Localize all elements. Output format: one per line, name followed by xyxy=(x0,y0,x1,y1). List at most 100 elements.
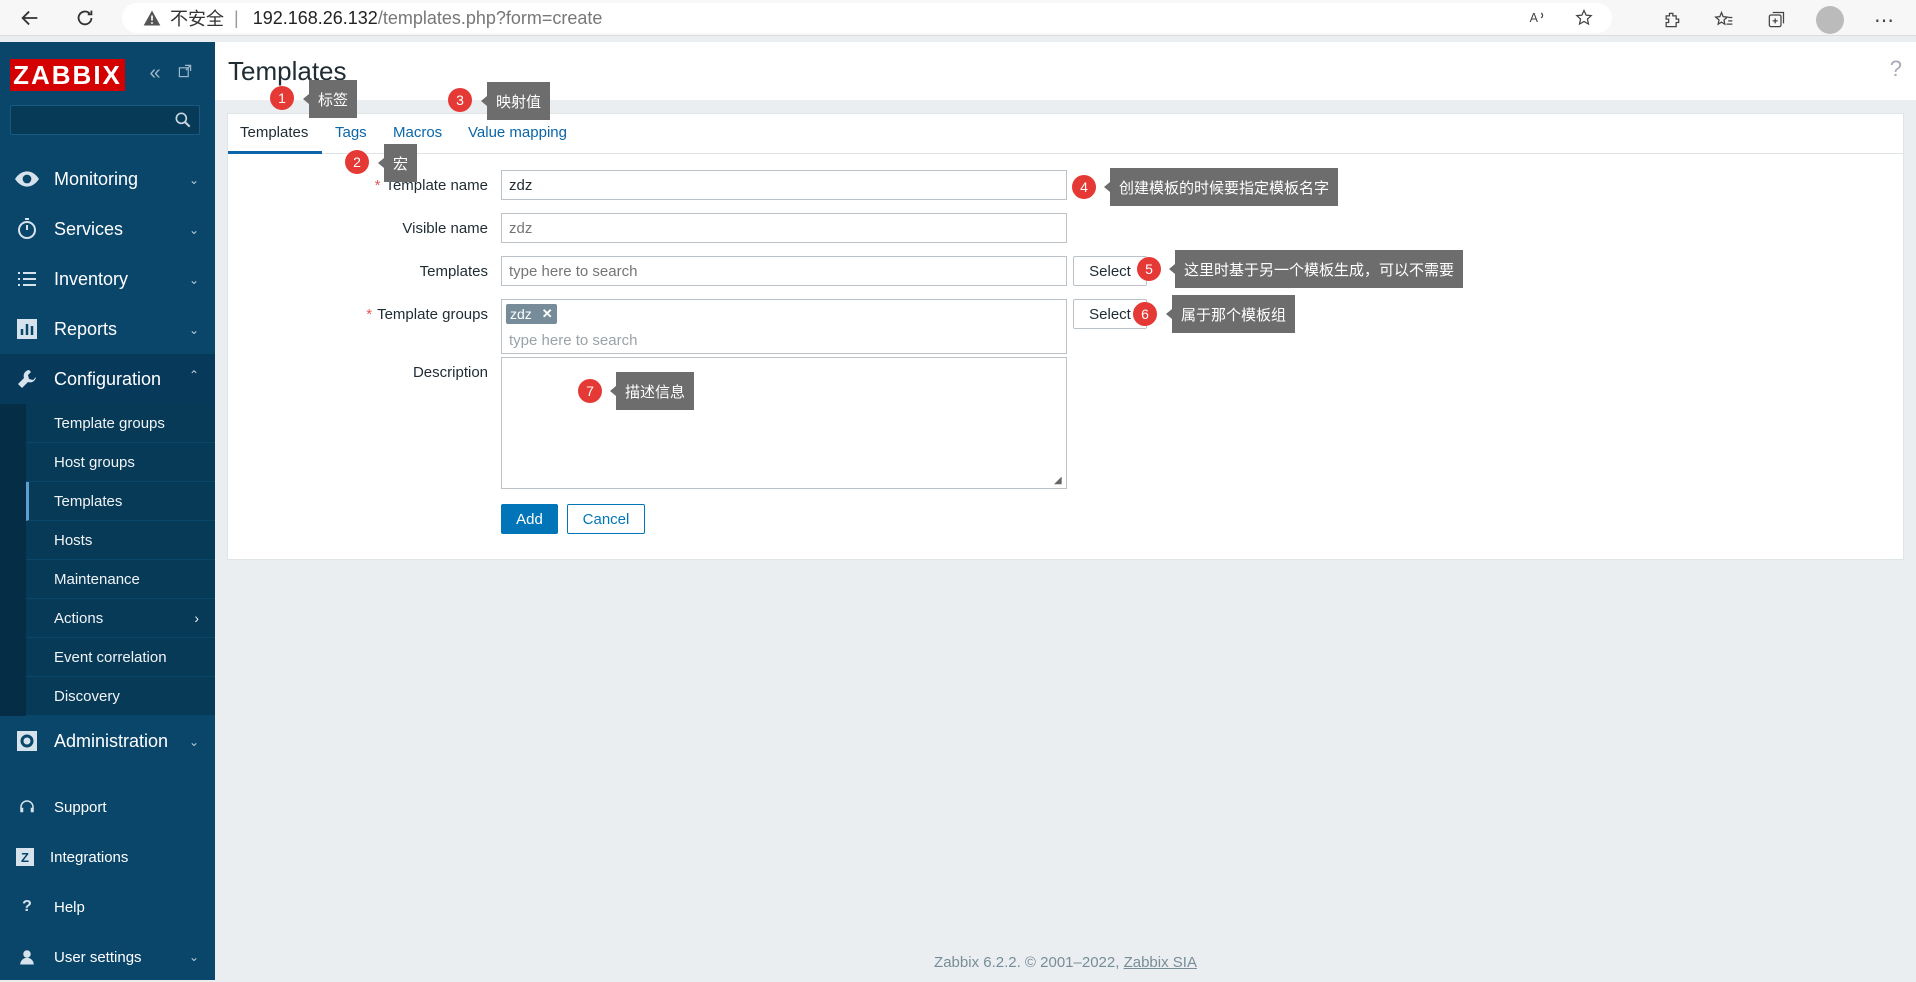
menu-configuration[interactable]: Configuration ⌃ xyxy=(0,354,215,404)
extensions-icon[interactable] xyxy=(1660,8,1684,32)
browser-toolbar: 不安全 | 192.168.26.132/templates.php?form=… xyxy=(0,0,1916,36)
reload-icon[interactable] xyxy=(65,0,105,36)
main-content: Templates ? Templates Tags Macros Value … xyxy=(215,42,1916,980)
url-host: 192.168.26.132 xyxy=(252,7,378,28)
favorite-add-icon[interactable] xyxy=(1572,6,1596,30)
submenu-host-groups[interactable]: Host groups xyxy=(26,443,215,482)
visible-name-input[interactable] xyxy=(501,213,1067,243)
annotation-callout-5: 这里时基于另一个模板生成，可以不需要 xyxy=(1168,250,1464,288)
template-groups-multiselect[interactable]: zdz ✕ type here to search xyxy=(501,299,1067,354)
submenu-maintenance[interactable]: Maintenance xyxy=(26,560,215,599)
bar-chart-icon xyxy=(14,316,40,342)
menu-inventory[interactable]: Inventory ⌄ xyxy=(0,254,215,304)
chevron-down-icon: ⌄ xyxy=(188,273,199,287)
help-icon[interactable]: ? xyxy=(1890,56,1902,82)
wrench-icon xyxy=(14,366,40,392)
sidebar-search-input[interactable] xyxy=(10,105,200,135)
annotation-callout-3: 映射值 xyxy=(480,82,551,120)
templates-search-input[interactable] xyxy=(501,256,1067,286)
template-groups-placeholder[interactable]: type here to search xyxy=(509,332,637,349)
visible-name-label: Visible name xyxy=(402,220,488,237)
annotation-callout-6: 属于那个模板组 xyxy=(1165,295,1296,333)
chevron-down-icon: ⌄ xyxy=(188,223,199,237)
menu-support[interactable]: Support xyxy=(0,782,215,832)
menu-label: Administration xyxy=(54,730,169,751)
annotation-marker-3: 3 xyxy=(448,88,472,112)
annotation-callout-4: 创建模板的时候要指定模板名字 xyxy=(1103,168,1339,206)
label-text: Template groups xyxy=(377,306,488,323)
menu-label: User settings xyxy=(54,948,142,966)
submenu-label: Actions xyxy=(54,609,104,627)
page-footer: Zabbix 6.2.2. © 2001–2022, Zabbix SIA xyxy=(215,954,1916,971)
templates-select-button[interactable]: Select xyxy=(1073,256,1147,286)
submenu-discovery[interactable]: Discovery xyxy=(26,677,215,716)
configuration-submenu: Template groups Host groups Templates Ho… xyxy=(0,404,215,716)
template-name-label: * Template name xyxy=(228,177,488,194)
template-groups-label: * Template groups xyxy=(228,306,488,323)
menu-integrations[interactable]: Z Integrations xyxy=(0,832,215,882)
back-icon[interactable] xyxy=(10,0,50,36)
annotation-callout-7: 描述信息 xyxy=(609,372,695,410)
templates-label: Templates xyxy=(419,263,488,280)
svg-text:A: A xyxy=(1530,11,1539,25)
chevron-down-icon: ⌄ xyxy=(188,735,199,749)
footer-text: Zabbix 6.2.2. © 2001–2022, xyxy=(934,954,1124,971)
form-tabs: Templates Tags Macros Value mapping xyxy=(228,114,1905,154)
menu-user-settings[interactable]: User settings ⌄ xyxy=(0,932,215,982)
add-button[interactable]: Add xyxy=(501,504,558,534)
kiosk-mode-icon[interactable] xyxy=(174,62,196,84)
annotation-callout-2: 宏 xyxy=(377,144,418,182)
user-icon xyxy=(16,946,38,968)
tab-macros[interactable]: Macros xyxy=(393,124,442,141)
footer-link[interactable]: Zabbix SIA xyxy=(1124,954,1197,971)
submenu-actions[interactable]: Actions › xyxy=(26,599,215,638)
menu-monitoring[interactable]: Monitoring ⌄ xyxy=(0,154,215,204)
menu-label: Support xyxy=(54,798,107,816)
chevron-down-icon: ⌄ xyxy=(188,323,199,337)
submenu-event-correlation[interactable]: Event correlation xyxy=(26,638,215,677)
menu-administration[interactable]: Administration ⌄ xyxy=(0,716,215,766)
chevron-down-icon: ⌄ xyxy=(188,950,199,964)
profile-avatar[interactable] xyxy=(1816,6,1844,34)
annotation-marker-7: 7 xyxy=(578,379,602,403)
description-textarea[interactable]: ◢ xyxy=(501,357,1067,489)
menu-label: Services xyxy=(54,218,124,239)
menu-reports[interactable]: Reports ⌄ xyxy=(0,304,215,354)
chevron-right-icon: › xyxy=(194,610,199,626)
annotation-callout-1: 标签 xyxy=(302,80,358,118)
menu-services[interactable]: Services ⌄ xyxy=(0,204,215,254)
tab-templates[interactable]: Templates xyxy=(240,124,308,141)
search-icon[interactable] xyxy=(173,110,193,130)
more-menu-icon[interactable]: ⋯ xyxy=(1872,8,1896,32)
remove-chip-icon[interactable]: ✕ xyxy=(542,306,553,322)
eye-icon xyxy=(14,166,40,192)
template-name-input[interactable] xyxy=(501,170,1067,200)
submenu-templates[interactable]: Templates xyxy=(26,482,215,521)
integrations-icon: Z xyxy=(16,848,34,866)
menu-label: Reports xyxy=(54,318,118,339)
headset-icon xyxy=(16,796,38,818)
annotation-marker-2: 2 xyxy=(345,150,369,174)
collections-icon[interactable] xyxy=(1764,8,1788,32)
menu-help[interactable]: ? Help xyxy=(0,882,215,932)
submenu-hosts[interactable]: Hosts xyxy=(26,521,215,560)
warning-icon xyxy=(143,10,161,26)
stopwatch-icon xyxy=(14,216,40,242)
list-icon xyxy=(14,266,40,292)
chevron-up-icon: ⌃ xyxy=(188,368,199,382)
address-bar[interactable]: 不安全 | 192.168.26.132/templates.php?form=… xyxy=(122,3,1612,33)
chip-label: zdz xyxy=(510,306,532,322)
tab-tags[interactable]: Tags xyxy=(335,124,367,141)
zabbix-logo[interactable]: ZABBIX xyxy=(10,59,125,91)
submenu-template-groups[interactable]: Template groups xyxy=(26,404,215,443)
url-path: /templates.php?form=create xyxy=(377,7,603,28)
resize-grip-icon[interactable]: ◢ xyxy=(1054,476,1064,486)
collapse-sidebar-icon[interactable]: « xyxy=(144,62,166,84)
url-separator: | xyxy=(234,7,239,28)
favorites-icon[interactable] xyxy=(1712,8,1736,32)
tab-value-mapping[interactable]: Value mapping xyxy=(468,124,567,141)
read-aloud-icon[interactable]: A xyxy=(1526,6,1550,30)
page-header: Templates ? xyxy=(215,42,1916,100)
cancel-button[interactable]: Cancel xyxy=(567,504,645,534)
annotation-marker-6: 6 xyxy=(1133,302,1157,326)
